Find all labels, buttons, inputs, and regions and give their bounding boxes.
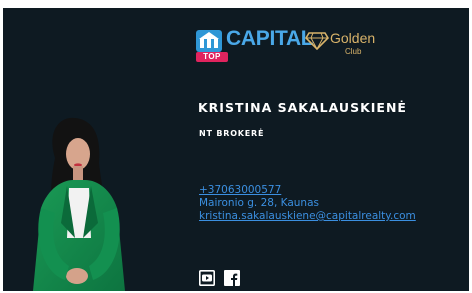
email-link[interactable]: kristina.sakalauskiene@capitalrealty.com	[199, 210, 416, 223]
logo-golden-word: Golden	[330, 30, 376, 46]
agent-role: NT BROKERĖ	[199, 129, 265, 138]
capital-golden-club-logo: TOP CAPITAL Golden Club	[196, 27, 386, 64]
logo-top-badge: TOP	[196, 52, 228, 62]
agent-portrait	[33, 117, 125, 291]
facebook-icon[interactable]	[224, 270, 240, 286]
phone-link[interactable]: +37063000577	[199, 184, 416, 197]
diamond-icon	[305, 32, 329, 50]
contact-block: +37063000577 Maironio g. 28, Kaunas kris…	[199, 184, 416, 223]
address-text: Maironio g. 28, Kaunas	[199, 197, 319, 209]
agent-name: KRISTINA SAKALAUSKIENĖ	[198, 100, 407, 115]
logo-building-icon	[196, 30, 222, 52]
email-signature-card: TOP CAPITAL Golden Club KRISTINA SAKALAU…	[3, 8, 469, 291]
logo-club-word: Club	[345, 47, 362, 56]
logo-brand-word: CAPITAL	[226, 27, 314, 50]
youtube-icon[interactable]	[199, 270, 215, 286]
